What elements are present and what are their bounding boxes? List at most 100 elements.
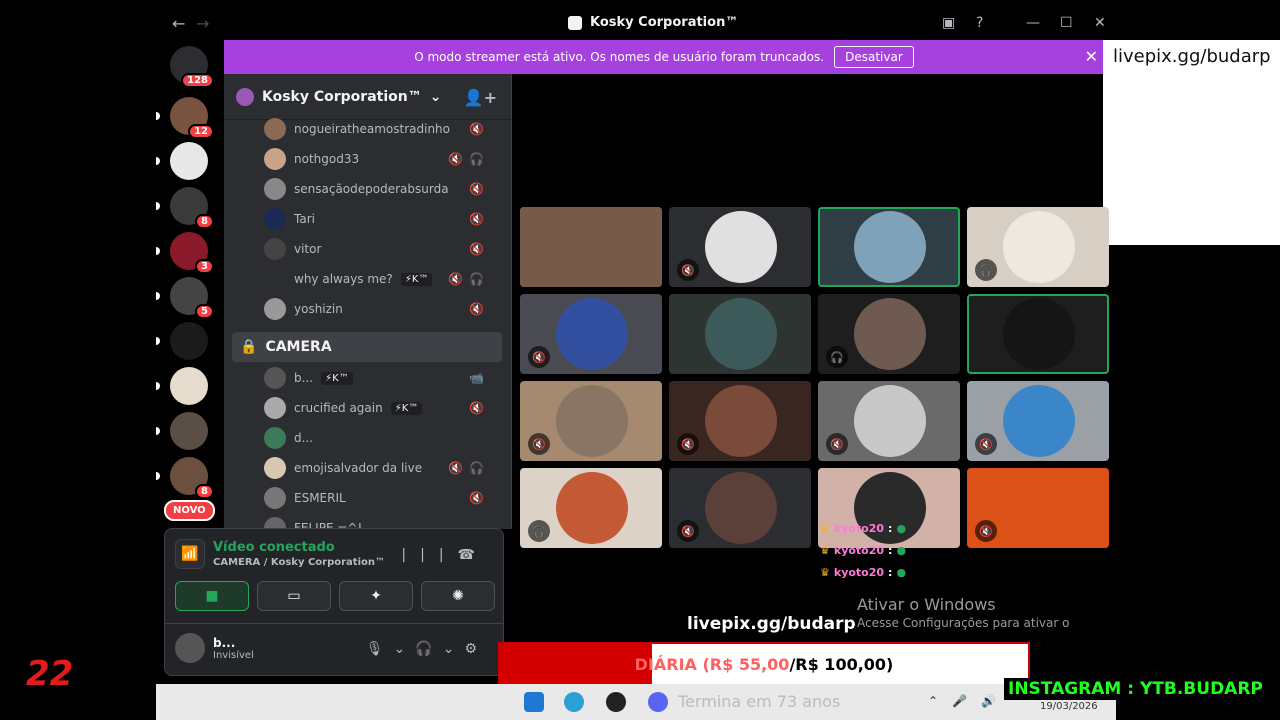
voice-member[interactable]: b... ⚡K™ 📹 [264,364,504,392]
member-name: nothgod33 [294,152,360,166]
member-tag: ⚡K™ [400,272,433,286]
streamer-mode-text: O modo streamer está ativo. Os nomes de … [414,50,825,64]
obs-icon[interactable] [606,692,626,712]
muted-icon: 🔇 [975,433,997,455]
inbox-icon[interactable]: ▣ [942,15,955,31]
server-icon[interactable]: 8 [156,457,214,499]
camera-button[interactable]: ■ [175,581,249,611]
user-name: b... [213,635,236,650]
muted-icon: 🔇 [528,433,550,455]
avatar [264,208,286,230]
video-tile[interactable]: 🔇 [967,381,1109,461]
video-tile[interactable] [818,207,960,287]
unread-indicator [156,382,160,390]
guild-header[interactable]: Kosky Corporation™ ⌄ 👤+ [224,74,511,120]
close-window-button[interactable]: ✕ [1094,15,1106,31]
server-icon[interactable]: 128 [170,46,214,88]
disconnect-icon[interactable]: ☎ [458,547,489,563]
voice-member[interactable]: crucified again ⚡K™ 🔇 [264,394,504,422]
voice-member[interactable]: yoshizin 🔇 [264,295,504,323]
mention-badge: 3 [195,259,214,274]
video-tile[interactable]: 🔇 [818,381,960,461]
voice-member[interactable]: why always me? ⚡K™ 🔇🎧 [264,265,504,293]
add-member-icon[interactable]: 👤+ [464,88,497,107]
avatar [264,367,286,389]
video-tile[interactable]: 🔇 [669,381,811,461]
start-icon[interactable] [524,692,544,712]
user-panel[interactable]: b... Invisível [175,633,254,663]
lock-icon: 🔒 [240,339,258,355]
stream-overlay-box: livepix.gg/budarp [1103,40,1280,245]
chat-line: ♛ kyoto20: ● [820,544,906,557]
voice-member[interactable]: sensaçãodepoderabsurda 🔇 [264,175,504,203]
video-tile[interactable] [967,294,1109,374]
voice-member[interactable]: ESMERIL 🔇 [264,484,504,512]
video-tile[interactable]: 🔇 [520,294,662,374]
participant-avatar [1003,385,1075,457]
server-icon[interactable]: 5 [156,277,214,319]
voice-member[interactable]: nogueiratheamostradinho 🔇 [264,115,504,143]
server-icon[interactable] [156,367,208,405]
activities-button[interactable]: ✦ [339,581,413,611]
chat-username: kyoto20 [833,566,885,579]
voice-member[interactable]: nothgod33 🔇🎧 [264,145,504,173]
video-tile[interactable]: 🎧 [818,294,960,374]
member-name: nogueiratheamostradinho [294,122,450,136]
server-icon[interactable]: 12 [156,97,214,139]
voice-member[interactable]: d... [264,424,504,452]
participant-avatar [854,385,926,457]
video-tile[interactable] [669,294,811,374]
unread-indicator [156,112,160,120]
system-tray[interactable]: ⌃🎤🔊 [928,694,1010,708]
server-rail: NOVO 128 12 8 3 5 8 [156,40,224,530]
video-tile[interactable]: 🔇 [669,207,811,287]
maximize-button[interactable]: ☐ [1060,15,1073,31]
forward-arrow-icon[interactable]: → [196,14,209,33]
video-tile[interactable] [818,468,960,548]
soundboard-button[interactable]: ✺ [421,581,495,611]
voice-member[interactable]: Tari 🔇 [264,205,504,233]
help-icon[interactable]: ? [976,15,983,31]
chat-separator: : [888,566,893,579]
video-tile[interactable]: 🎧 [967,207,1109,287]
back-arrow-icon[interactable]: ← [172,14,185,33]
crown-icon: ♛ [820,566,830,579]
muted-icon: 🔇 [677,433,699,455]
mute-status-icon: 🔇 [469,182,490,196]
server-icon[interactable] [156,412,208,450]
voice-member[interactable]: emojisalvador da live 🔇🎧 [264,454,504,482]
muted-icon: 🔇 [975,520,997,542]
server-icon[interactable] [156,322,208,360]
screen-share-button[interactable]: ▭ [257,581,331,611]
avatar [264,397,286,419]
minimize-button[interactable]: — [1026,15,1040,31]
member-tag: ⚡K™ [390,401,423,415]
video-tile[interactable] [520,207,662,287]
participant-avatar [556,385,628,457]
voice-location[interactable]: CAMERA / Kosky Corporation™ [213,557,385,568]
discord-icon[interactable] [648,692,668,712]
muted-icon: 🎧 [826,346,848,368]
video-tile[interactable]: 🔇 [520,381,662,461]
avatar [264,427,286,449]
participant-avatar [1003,211,1075,283]
voice-channel-camera[interactable]: 🔒 CAMERA [232,332,502,362]
server-icon[interactable]: 8 [156,187,214,229]
gear-icon[interactable]: ⚙ [464,641,487,657]
noise-suppression-icon[interactable]: ||| [401,547,457,563]
edge-icon[interactable] [564,692,584,712]
video-tile[interactable]: 🔇 [967,468,1109,548]
connection-icon[interactable]: 📶 [175,539,205,569]
channel-name: CAMERA [265,339,332,355]
video-tile[interactable]: 🔇 [669,468,811,548]
voice-member[interactable]: vitor 🔇 [264,235,504,263]
server-icon[interactable] [156,142,208,180]
member-name: yoshizin [294,302,343,316]
video-tile[interactable]: 🎧 [520,468,662,548]
close-icon[interactable]: ✕ [1085,47,1098,66]
headphones-icon[interactable]: 🎧⌄ [415,641,464,657]
microphone-icon[interactable]: 🎙⌄ [366,641,416,657]
server-icon[interactable]: 3 [156,232,214,274]
avatar[interactable] [175,633,205,663]
disable-streamer-button[interactable]: Desativar [834,46,914,68]
